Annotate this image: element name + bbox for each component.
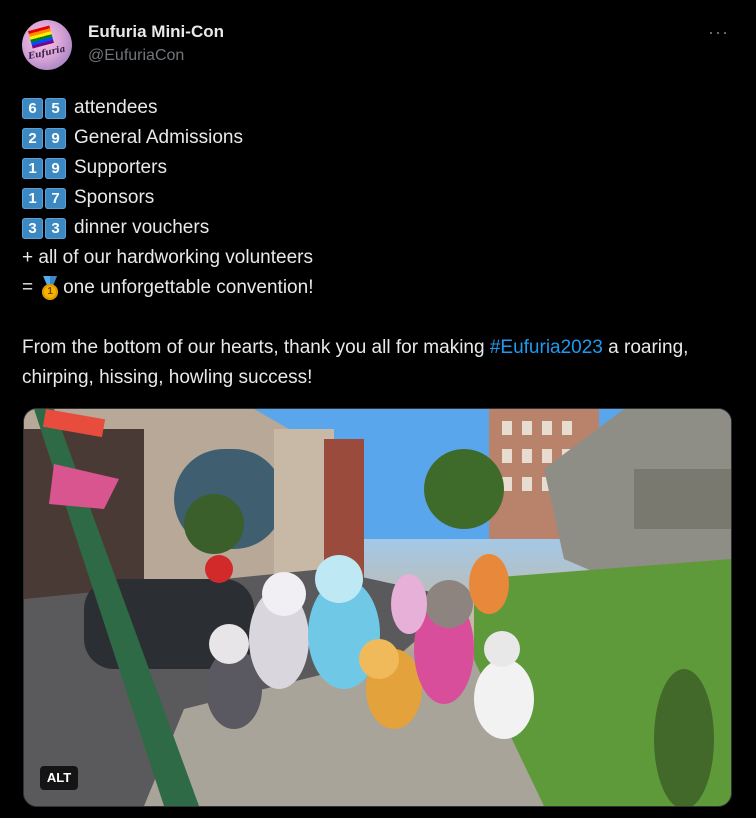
stat-label: dinner vouchers xyxy=(74,217,210,238)
result-text: one unforgettable convention! xyxy=(63,277,314,298)
keycap-digit: 7 xyxy=(45,187,66,209)
keycap-digit: 1 xyxy=(22,157,43,179)
attached-photo[interactable] xyxy=(23,408,732,807)
keycap-digit: 1 xyxy=(22,187,43,209)
user-handle[interactable]: @EufuriaCon xyxy=(88,47,184,65)
stat-label: Sponsors xyxy=(74,187,155,208)
stat-line: 1 9 Supporters xyxy=(22,153,732,183)
keycap-digit: 6 xyxy=(22,97,43,119)
stat-label: attendees xyxy=(74,97,158,118)
result-line: = 1 one unforgettable convention! xyxy=(22,273,732,303)
keycap-digit: 2 xyxy=(22,127,43,149)
equals-sign: = xyxy=(22,277,34,298)
pride-flag-icon xyxy=(28,25,54,49)
stat-line: 2 9 General Admissions xyxy=(22,123,732,153)
display-name[interactable]: Eufuria Mini-Con xyxy=(88,22,224,42)
keycap-digit: 3 xyxy=(45,217,66,239)
stat-label: General Admissions xyxy=(74,127,243,148)
first-place-medal-icon: 1 xyxy=(39,276,61,300)
hashtag-link[interactable]: #Eufuria2023 xyxy=(490,337,603,358)
keycap-digit: 9 xyxy=(45,157,66,179)
profile-avatar[interactable]: Eufuria xyxy=(22,20,72,70)
keycap-digit: 3 xyxy=(22,217,43,239)
group-photo-illustration xyxy=(24,409,731,806)
keycap-digit: 5 xyxy=(45,97,66,119)
thanks-text: From the bottom of our hearts, thank you… xyxy=(22,337,490,358)
keycap-digit: 9 xyxy=(45,127,66,149)
stat-label: Supporters xyxy=(74,157,167,178)
volunteers-line: + all of our hardworking volunteers xyxy=(22,247,313,268)
stat-line: 1 7 Sponsors xyxy=(22,183,732,213)
tweet-text: 6 5 attendees 2 9 General Admissions 1 9 Suppo… xyxy=(22,93,732,393)
stat-line: 6 5 attendees xyxy=(22,93,732,123)
thanks-paragraph: From the bottom of our hearts, thank you… xyxy=(22,333,732,393)
alt-text-badge[interactable]: ALT xyxy=(40,766,78,790)
more-options-icon[interactable]: ··· xyxy=(708,22,729,43)
stat-line: 3 3 dinner vouchers xyxy=(22,213,732,243)
